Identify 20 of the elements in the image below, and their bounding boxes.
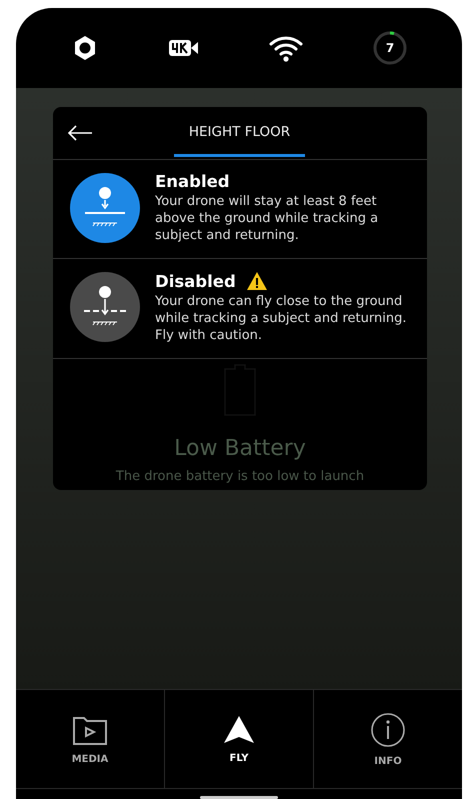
- counter-ring[interactable]: 7: [373, 31, 407, 65]
- wifi-icon[interactable]: [269, 34, 303, 62]
- dialog-title: HEIGHT FLOOR: [174, 107, 305, 157]
- option-description: Your drone will stay at least 8 feet above the ground while tracking a subject and returning.: [155, 193, 380, 244]
- height-floor-option[interactable]: Disabled Your drone can fly close to the ground while tracking a subject and returning. Fly with caution.: [53, 259, 427, 359]
- arrow-head-icon: [223, 714, 255, 744]
- low-battery-message: The drone battery is too low to launch: [116, 469, 364, 484]
- height-floor-on-icon: [69, 172, 141, 244]
- height-floor-option[interactable]: Enabled Your drone will stay at least 8 feet above the ground while tracking a subject and returning.: [53, 160, 427, 259]
- option-title: Enabled: [155, 172, 230, 191]
- video-4k-icon[interactable]: [169, 39, 199, 57]
- nav-tab[interactable]: INFO: [314, 690, 462, 788]
- option-title: Disabled: [155, 272, 236, 290]
- option-description: Your drone can fly close to the ground while tracking a subject and returning. Fly with caution.: [155, 293, 408, 344]
- info-icon: [370, 712, 406, 748]
- back-arrow-icon[interactable]: [67, 125, 93, 141]
- low-battery-title: Low Battery: [174, 436, 306, 461]
- nav-tab[interactable]: FLY: [165, 690, 314, 788]
- height-floor-off-icon: [69, 271, 141, 343]
- nav-tab[interactable]: MEDIA: [16, 690, 165, 788]
